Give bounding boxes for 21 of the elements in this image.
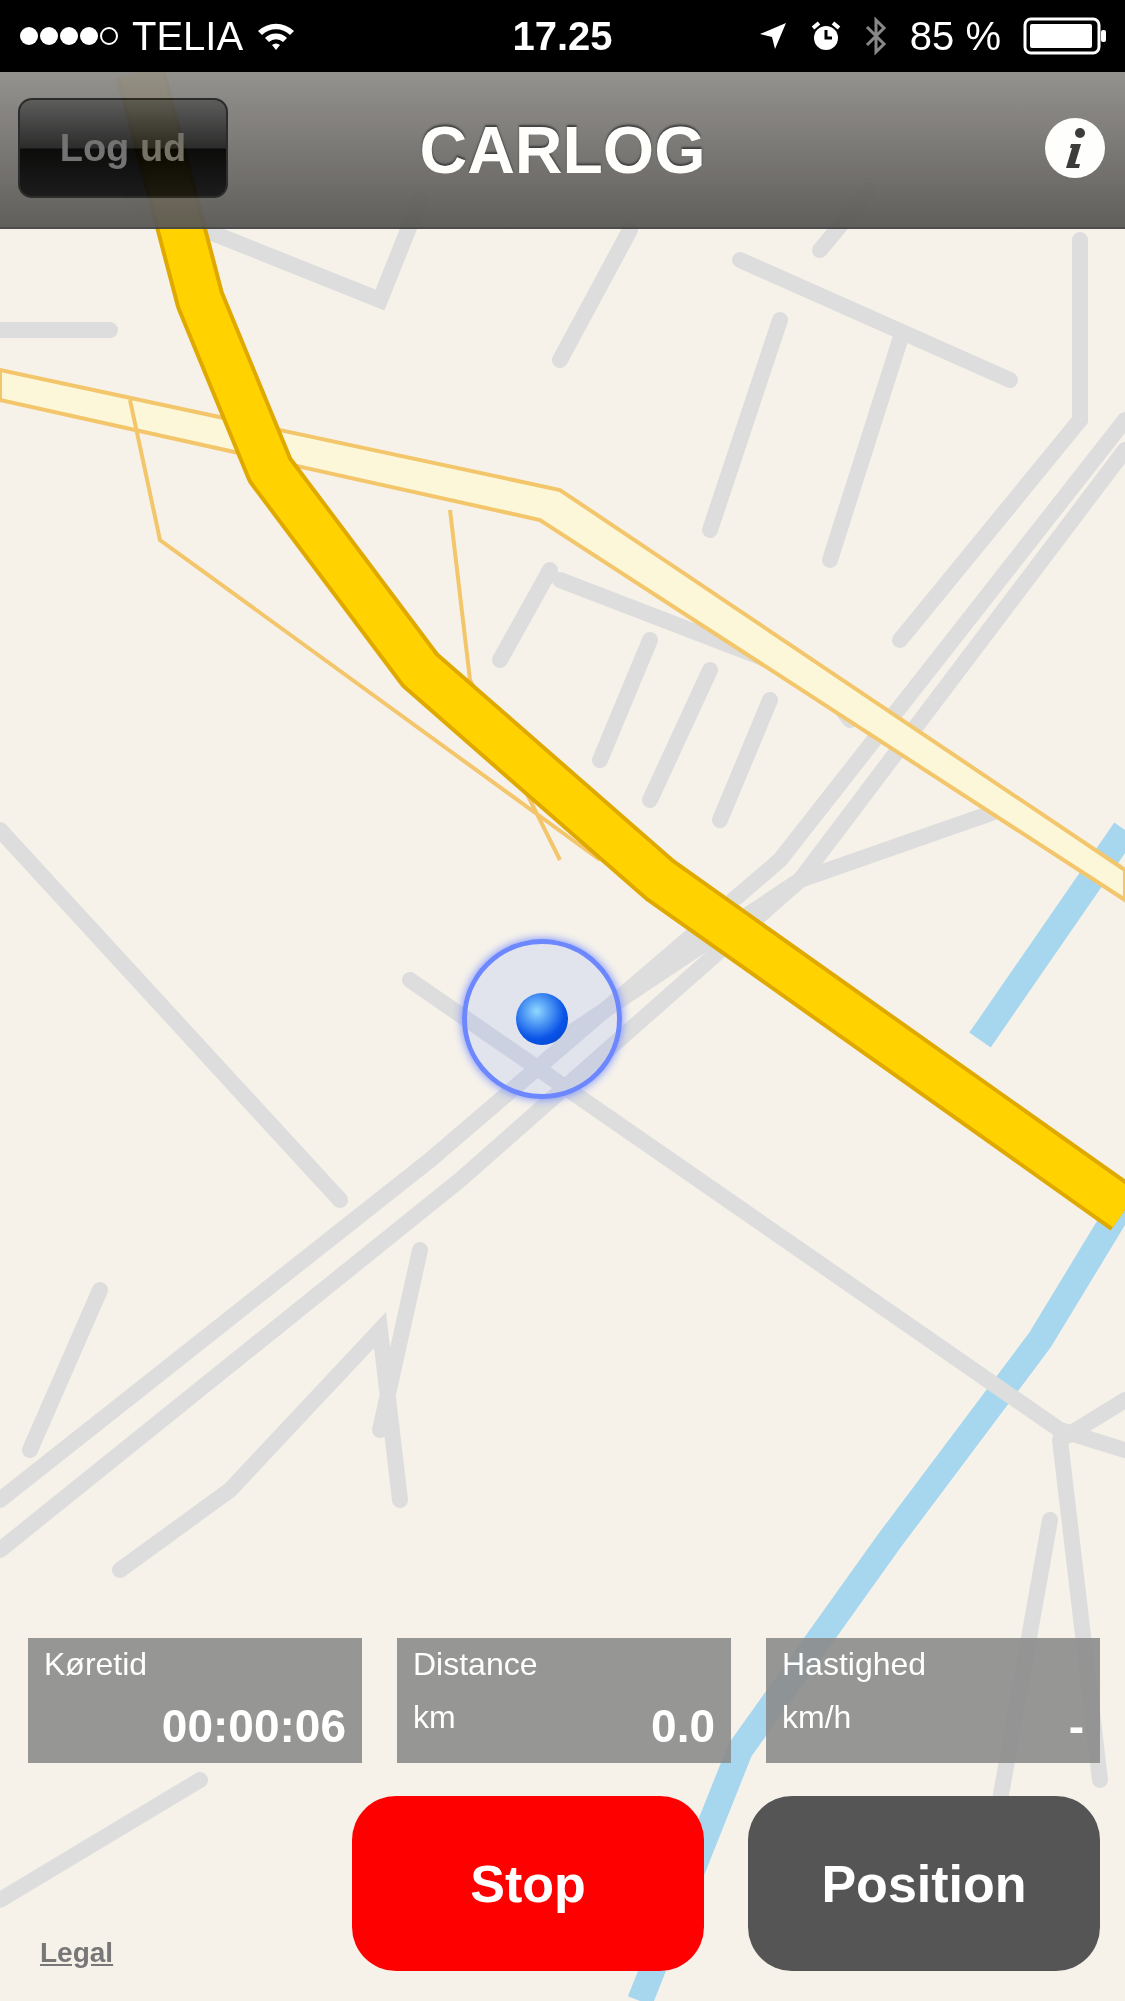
legal-link[interactable]: Legal xyxy=(40,1937,114,1969)
info-icon[interactable] xyxy=(1043,116,1107,180)
stat-label: Distance xyxy=(413,1646,539,1683)
carrier-name: TELIA xyxy=(132,13,244,59)
stat-label: Køretid xyxy=(44,1646,149,1683)
stat-value: 00:00:06 xyxy=(161,1699,346,1753)
stat-unit: km/h xyxy=(782,1699,852,1736)
battery-percentage: 85 % xyxy=(909,13,1001,59)
clock-time: 17.25 xyxy=(512,13,613,59)
battery-icon xyxy=(1023,17,1107,55)
signal-strength-icon xyxy=(18,24,120,48)
bluetooth-icon xyxy=(863,16,888,56)
log-out-button[interactable]: Log ud xyxy=(18,98,228,198)
stat-label: Hastighed xyxy=(782,1646,928,1683)
app-title: CARLOG xyxy=(419,111,706,188)
position-button[interactable]: Position xyxy=(748,1796,1100,1971)
alarm-clock-icon xyxy=(809,20,842,52)
stat-value: - xyxy=(1068,1699,1084,1753)
stat-unit: km xyxy=(413,1699,456,1736)
stop-button[interactable]: Stop xyxy=(352,1796,704,1971)
stat-value: 0.0 xyxy=(651,1699,715,1753)
